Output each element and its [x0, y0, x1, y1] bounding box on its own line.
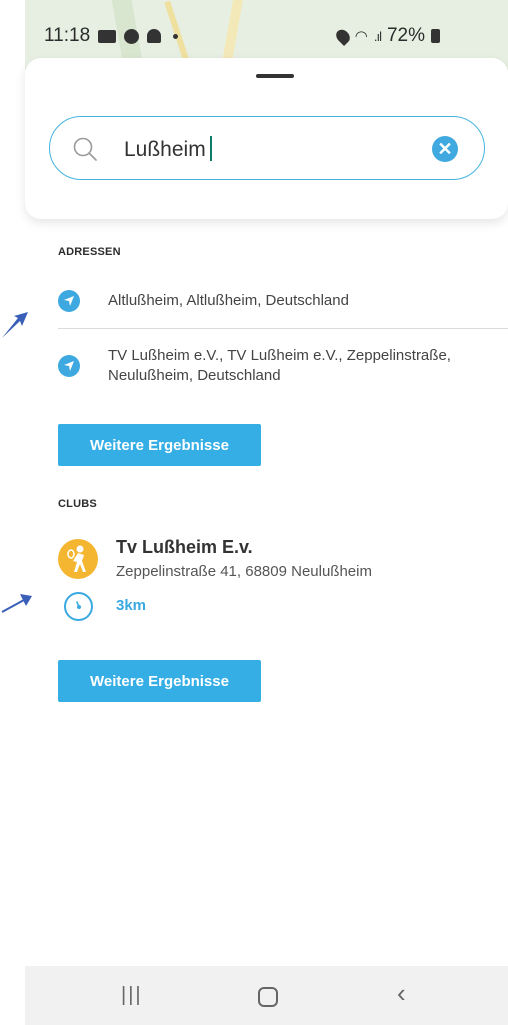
divider — [58, 328, 508, 329]
status-time: 11:18 — [44, 25, 91, 46]
tennis-player-icon — [58, 539, 98, 579]
location-icon — [333, 26, 353, 46]
annotation-arrow-icon — [1, 594, 32, 613]
distance-gauge-icon — [64, 592, 93, 621]
more-results-addresses-button[interactable]: Weitere Ergebnisse — [58, 424, 261, 466]
text-caret — [209, 136, 212, 161]
location-arrow-icon — [58, 355, 80, 377]
status-bar: 11:18 ◠ .ıl 72% — [44, 24, 464, 48]
wifi-icon: ◠ — [354, 28, 368, 45]
app-notification-icon — [124, 28, 140, 44]
club-address: Zeppelinstraße 41, 68809 Neulußheim — [116, 563, 372, 580]
clear-icon[interactable]: ✕ — [432, 136, 458, 162]
battery-icon — [431, 29, 440, 43]
more-results-clubs-button[interactable]: Weitere Ergebnisse — [58, 660, 261, 702]
bell-icon — [147, 29, 162, 43]
battery-level: 72% — [386, 25, 425, 46]
signal-icon: .ıl — [373, 28, 382, 44]
club-name: Tv Lußheim E.v. — [116, 537, 253, 557]
system-navigation-bar: ||| ‹ — [25, 966, 508, 1025]
sheet-drag-handle[interactable] — [256, 74, 294, 78]
back-button[interactable]: ‹ — [397, 978, 406, 1009]
address-text: TV Lußheim e.V., TV Lußheim e.V., Zeppel… — [108, 347, 451, 384]
annotation-arrow-icon — [2, 312, 28, 338]
addresses-section-title: ADRESSEN — [58, 246, 121, 258]
search-sheet: Lußheim ✕ — [25, 58, 508, 219]
mail-icon — [98, 29, 117, 43]
status-right: ◠ .ıl 72% — [333, 25, 440, 47]
address-text: Altlußheim, Altlußheim, Deutschland — [108, 292, 349, 309]
search-input[interactable]: Lußheim ✕ — [49, 116, 485, 180]
search-value[interactable]: Lußheim — [124, 136, 212, 162]
clubs-section-title: CLUBS — [58, 498, 97, 510]
club-distance: 3km — [116, 597, 147, 614]
home-button[interactable] — [258, 987, 278, 1007]
search-icon — [73, 137, 97, 161]
notification-icons — [98, 28, 179, 44]
recent-apps-button[interactable]: ||| — [121, 984, 143, 1007]
location-arrow-icon — [58, 290, 80, 312]
more-notifications-icon — [173, 33, 179, 39]
